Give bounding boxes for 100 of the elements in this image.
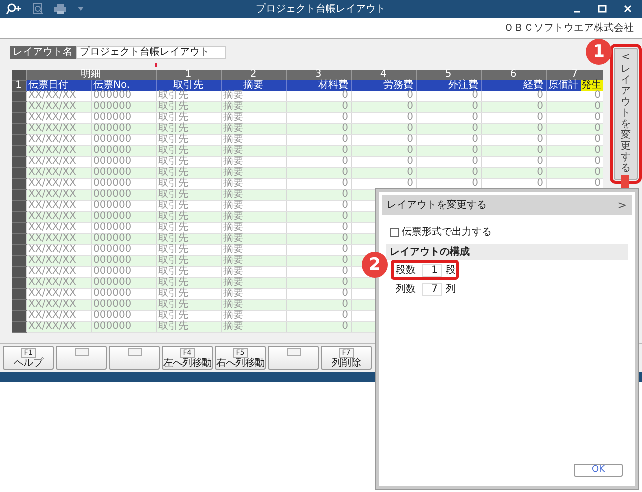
table-cell: 0	[286, 278, 351, 288]
close-icon[interactable]	[624, 5, 632, 13]
table-cell: 0	[351, 102, 416, 112]
function-key-button[interactable]	[56, 346, 107, 370]
table-cell: XX/XX/XX	[26, 222, 91, 234]
ok-button[interactable]: OK	[574, 464, 623, 477]
table-cell: 0	[286, 156, 351, 168]
marker-icon	[155, 63, 157, 67]
table-cell: 取引先	[156, 146, 221, 156]
table-cell: XX/XX/XX	[26, 146, 91, 156]
column-header[interactable]: 労務費	[351, 80, 416, 91]
table-cell: 000000	[91, 178, 156, 190]
column-header[interactable]: 材料費	[286, 80, 351, 91]
printer-icon[interactable]	[54, 4, 67, 14]
column-header[interactable]: 原価計 発生	[546, 80, 603, 91]
group-header: 明細	[26, 70, 156, 80]
table-cell: 0	[416, 124, 481, 134]
table-cell: 摘要	[221, 178, 286, 190]
table-cell: XX/XX/XX	[26, 266, 91, 278]
column-header[interactable]: 外注費	[416, 80, 481, 91]
table-cell: 000000	[91, 322, 156, 332]
table-cell: XX/XX/XX	[26, 212, 91, 222]
group-header: 4	[351, 70, 416, 80]
table-cell: 取引先	[156, 212, 221, 222]
search-icon[interactable]	[6, 3, 22, 15]
table-cell: 取引先	[156, 322, 221, 332]
zoom-icon[interactable]	[32, 3, 44, 15]
collapse-button[interactable]: >	[618, 198, 627, 212]
table-cell: 000000	[91, 278, 156, 288]
table-cell: 0	[286, 102, 351, 112]
column-header[interactable]: 伝票日付	[26, 80, 91, 91]
table-cell: 000000	[91, 244, 156, 256]
table-cell: 摘要	[221, 278, 286, 288]
table-cell: 摘要	[221, 212, 286, 222]
table-cell: 取引先	[156, 234, 221, 244]
table-cell: 000000	[91, 212, 156, 222]
table-cell: XX/XX/XX	[26, 256, 91, 266]
table-cell: 0	[286, 112, 351, 124]
row-number: 1	[12, 80, 26, 91]
table-cell: 0	[481, 102, 546, 112]
number-field[interactable]: 7	[422, 282, 442, 296]
table-cell: 取引先	[156, 266, 221, 278]
table-cell: 000000	[91, 156, 156, 168]
table-cell: 摘要	[221, 112, 286, 124]
table-cell: XX/XX/XX	[26, 112, 91, 124]
table-cell: 0	[286, 256, 351, 266]
maximize-icon[interactable]	[598, 5, 607, 13]
table-cell: 0	[351, 124, 416, 134]
company-name: ＯＢＣソフトウエア株式会社	[504, 22, 634, 34]
table-cell: XX/XX/XX	[26, 300, 91, 310]
table-cell: 取引先	[156, 310, 221, 322]
table-cell: 0	[481, 124, 546, 134]
group-header: 2	[221, 70, 286, 80]
status-badge: 発生	[580, 80, 602, 90]
table-cell: 0	[286, 200, 351, 212]
group-header: 5	[416, 70, 481, 80]
table-cell: 0	[546, 102, 603, 112]
table-cell: 摘要	[221, 146, 286, 156]
column-header[interactable]: 伝票No.	[91, 80, 156, 91]
table-cell: 取引先	[156, 222, 221, 234]
table-cell: XX/XX/XX	[26, 322, 91, 332]
table-cell: 摘要	[221, 168, 286, 178]
layout-name-field[interactable]: プロジェクト台帳レイアウト	[76, 46, 226, 59]
table-cell: 0	[286, 212, 351, 222]
table-cell: 摘要	[221, 256, 286, 266]
table-cell: XX/XX/XX	[26, 278, 91, 288]
table-cell: 摘要	[221, 200, 286, 212]
table-cell: 0	[286, 178, 351, 190]
table-cell: XX/XX/XX	[26, 134, 91, 146]
table-cell: 取引先	[156, 134, 221, 146]
field-label: 段数	[396, 264, 417, 277]
table-cell: 取引先	[156, 91, 221, 102]
function-key-button[interactable]	[268, 346, 319, 370]
table-cell: 摘要	[221, 244, 286, 256]
panel-title: レイアウトを変更する	[387, 198, 487, 212]
table-cell: 摘要	[221, 102, 286, 112]
dropdown-icon[interactable]	[77, 6, 85, 12]
table-cell: 000000	[91, 234, 156, 244]
column-header[interactable]: 経費	[481, 80, 546, 91]
table-cell: 取引先	[156, 156, 221, 168]
table-cell: 000000	[91, 300, 156, 310]
table-cell: 000000	[91, 310, 156, 322]
checkbox[interactable]	[390, 228, 399, 236]
number-field[interactable]: 1	[422, 264, 442, 276]
table-cell: XX/XX/XX	[26, 102, 91, 112]
table-cell: 0	[481, 146, 546, 156]
table-cell: 摘要	[221, 190, 286, 200]
column-header[interactable]: 取引先	[156, 80, 221, 91]
layout-name-label: レイアウト名	[10, 46, 76, 59]
table-cell: 000000	[91, 134, 156, 146]
table-cell: 0	[351, 134, 416, 146]
table-cell: 摘要	[221, 222, 286, 234]
table-cell: 0	[351, 146, 416, 156]
unit-label: 列	[446, 283, 456, 296]
function-key-button[interactable]	[109, 346, 160, 370]
table-cell: 0	[546, 134, 603, 146]
table-cell: 0	[416, 112, 481, 124]
table-cell: 000000	[91, 112, 156, 124]
table-cell: XX/XX/XX	[26, 200, 91, 212]
column-header[interactable]: 摘要	[221, 80, 286, 91]
